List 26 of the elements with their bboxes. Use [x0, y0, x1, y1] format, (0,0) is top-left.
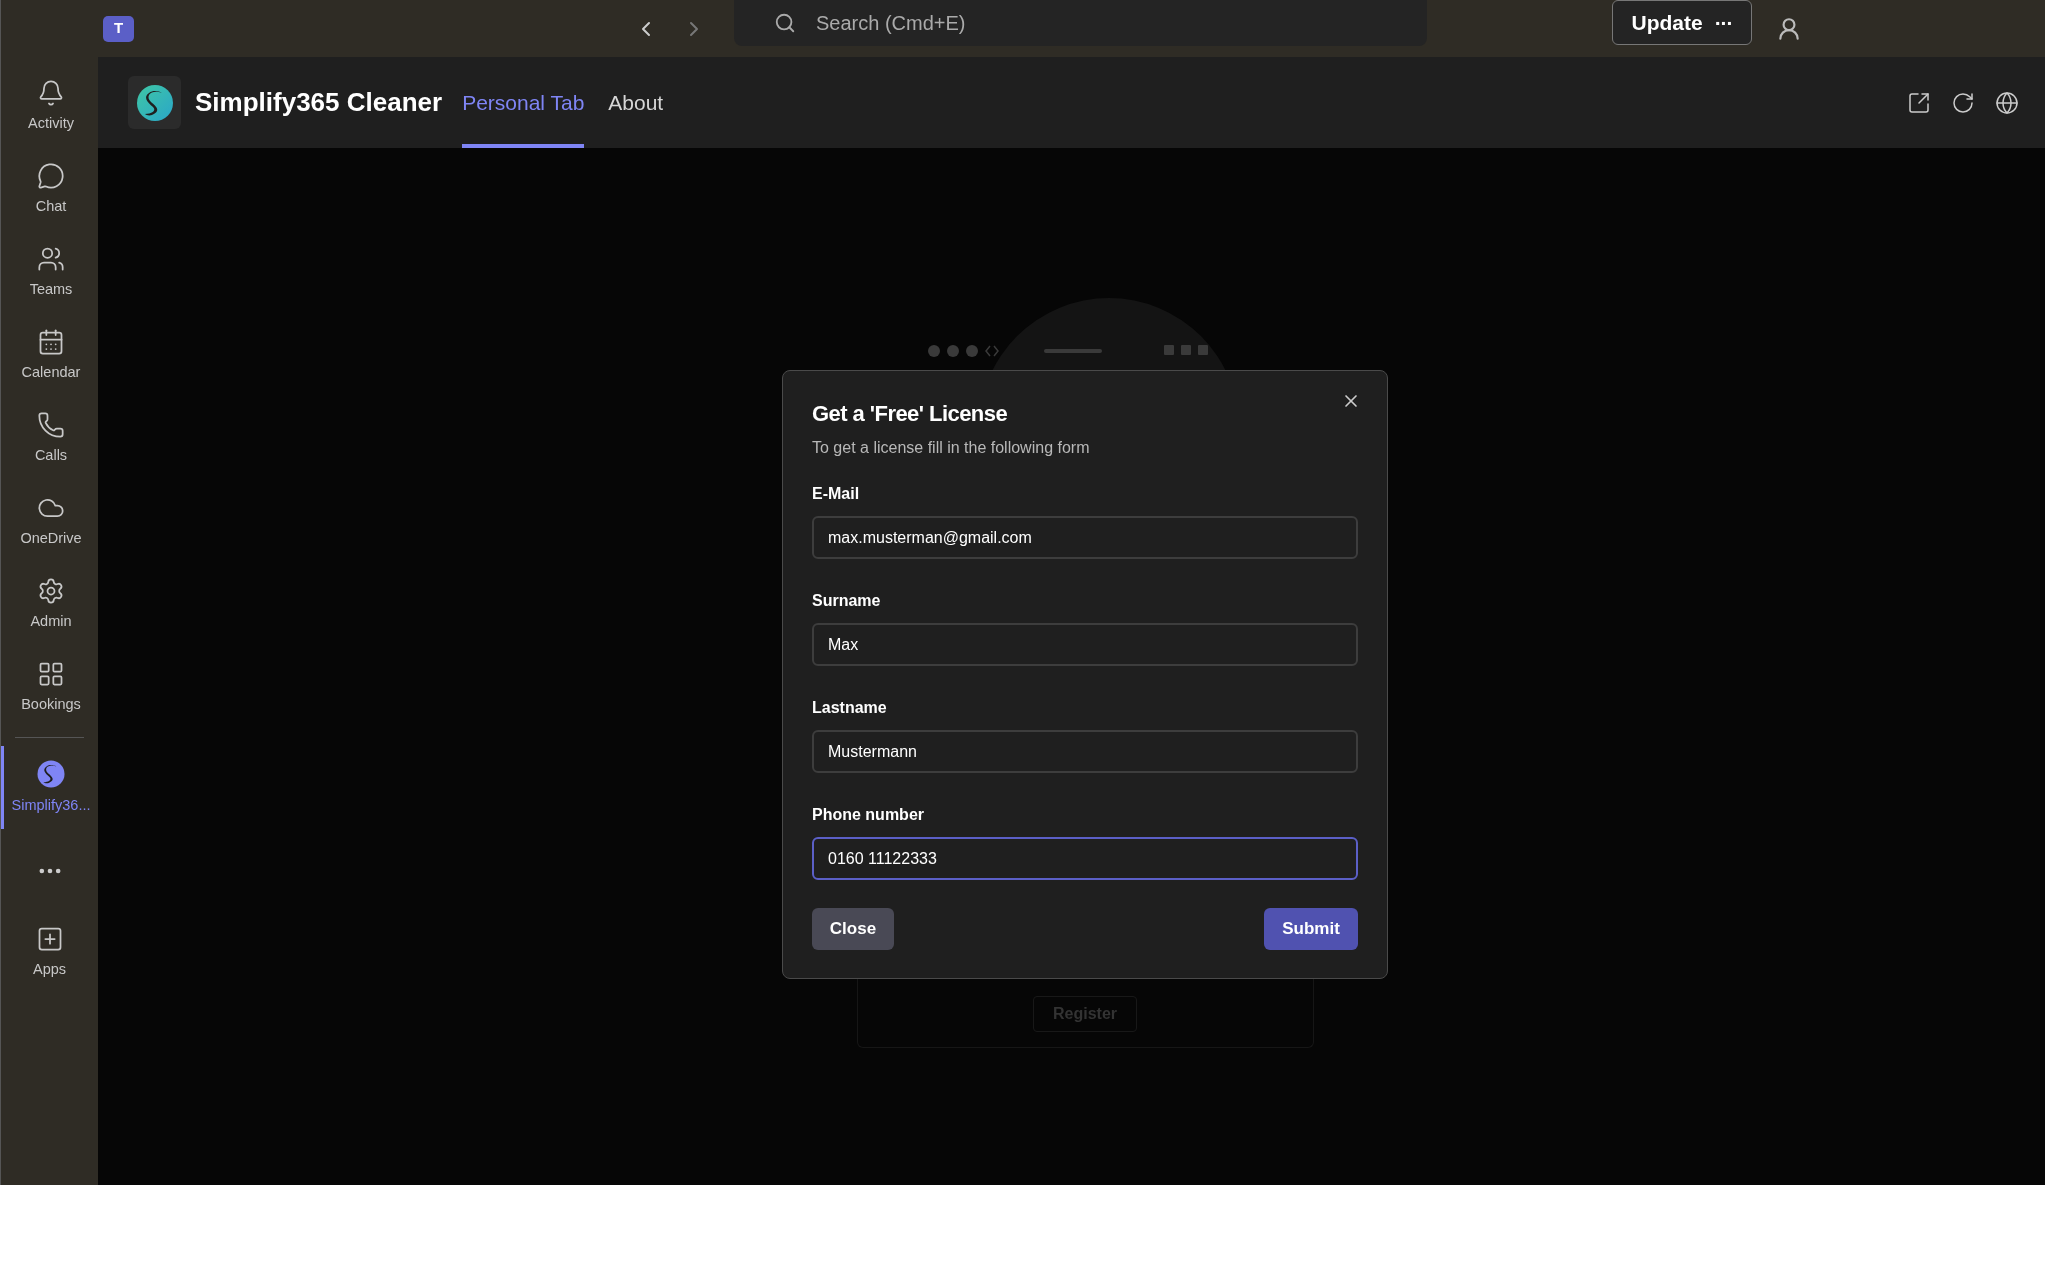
input-field[interactable]: Max [812, 623, 1358, 666]
sidebar-item[interactable]: Teams [1, 231, 98, 314]
submit-button[interactable]: Submit [1264, 908, 1358, 950]
input-field[interactable]: max.musterman@gmail.com [812, 516, 1358, 559]
input-field[interactable]: 0160 11122333 [812, 837, 1358, 880]
field-label: E-Mail [812, 484, 861, 504]
teams-logo[interactable]: T [103, 15, 134, 42]
input-field[interactable]: Mustermann [812, 730, 1358, 773]
sidebar-item[interactable]: Bookings [1, 646, 98, 729]
field-label: Lastname [812, 698, 888, 718]
app-title: Simplify365 Cleaner [195, 86, 443, 119]
sidebar-item[interactable]: Admin [1, 563, 98, 646]
search-field[interactable]: Search (Cmd+E) [734, 0, 1427, 46]
update-button[interactable]: Update ··· [1612, 0, 1752, 45]
dialog-title: Get a 'Free' License [812, 400, 1008, 428]
field-label: Phone number [812, 805, 925, 825]
sidebar-item[interactable]: Chat [1, 148, 98, 231]
sidebar-item[interactable]: Activity [1, 65, 98, 148]
sidebar-item[interactable]: Calls [1, 397, 98, 480]
tab[interactable]: About [608, 57, 664, 148]
sidebar-item[interactable]: Calendar [1, 314, 98, 397]
field-label: Surname [812, 591, 882, 611]
sidebar-item[interactable]: OneDrive [1, 480, 98, 563]
dialog-subtitle: To get a license fill in the following form [812, 438, 1091, 458]
sidebar-item[interactable]: Apps [1, 911, 98, 994]
close-button[interactable]: Close [812, 908, 894, 950]
